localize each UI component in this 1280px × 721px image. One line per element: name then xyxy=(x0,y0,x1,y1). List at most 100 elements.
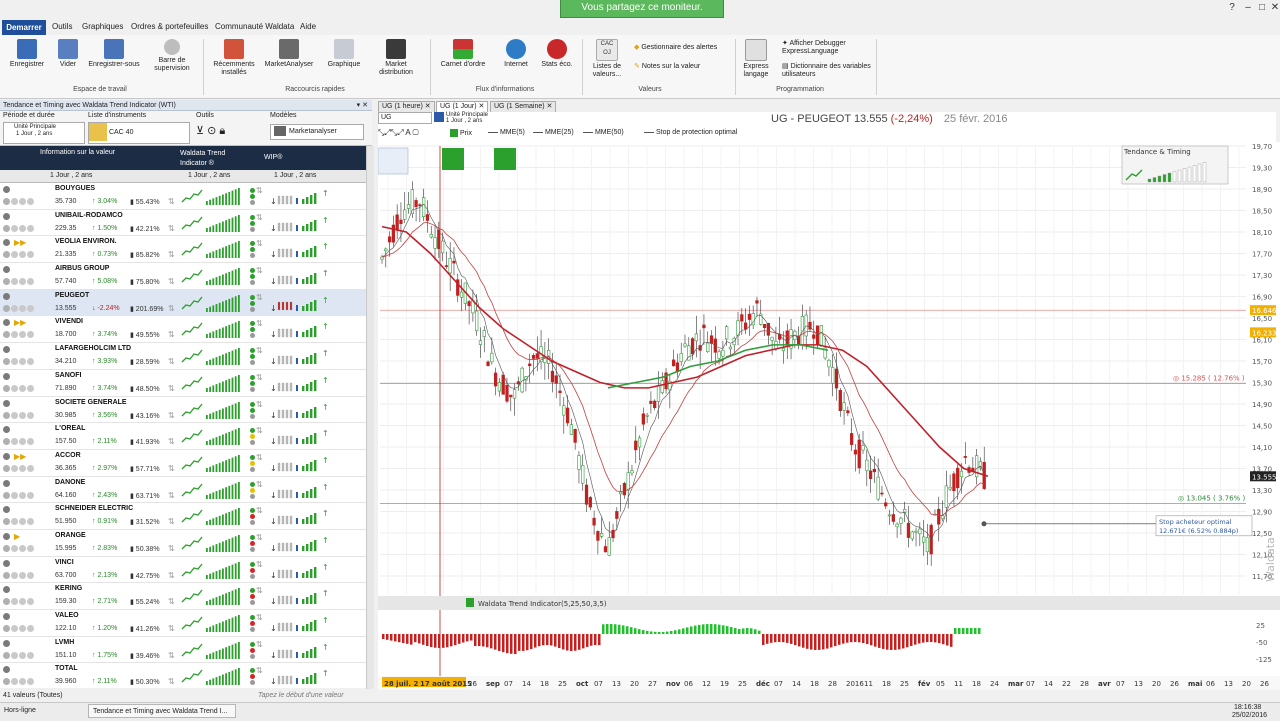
graphique-button[interactable]: Graphique xyxy=(322,39,366,69)
wti-bar xyxy=(610,624,613,634)
wti-trend-mini xyxy=(181,214,240,232)
wip-dot xyxy=(250,200,255,205)
candle xyxy=(921,536,926,543)
wti-bar xyxy=(634,628,637,634)
table-row[interactable]: ▶▶ VIVENDI 18.700 ↑ 3.74% ▮ 49.55% ⇅ ↓ ↑ ⇅ xyxy=(0,316,366,344)
price-chart[interactable]: 19,70 19,30 18,90 18,50 18,10 17,70 17,30 16,90… xyxy=(378,142,1280,690)
svg-text:↑: ↑ xyxy=(322,563,329,572)
connection-status: Hors-ligne xyxy=(4,707,36,714)
x-tick-label: 20 xyxy=(1242,680,1251,688)
liste-select[interactable]: CAC 40 xyxy=(88,122,190,144)
enregistrer-sous-button[interactable]: Enregistrer-sous xyxy=(84,39,144,69)
svg-text:↑: ↑ xyxy=(322,403,329,412)
filter-info[interactable]: 1 Jour , 2 ans xyxy=(50,172,92,179)
table-row[interactable]: BOUYGUES 35.730 ↑ 3.04% ▮ 55.43% ⇅ ↓ ↑ ⇅ xyxy=(0,183,366,210)
col-info-header[interactable]: Information sur la valeur xyxy=(40,149,115,156)
table-row[interactable]: UNIBAIL-RODAMCO 229.35 ↑ 1.50% ▮ 42.21% ⇅ ↓ ↑ ⇅ xyxy=(0,210,366,237)
legend-mme50[interactable]: MME(50) xyxy=(583,129,624,136)
table-row[interactable]: LAFARGEHOLCIM LTD 34.210 ↑ 3.93% ▮ 28.59% ⇅ ↓… xyxy=(0,343,366,370)
ind-tick-label: 25 xyxy=(1256,622,1265,630)
filter-wti[interactable]: 1 Jour , 2 ans xyxy=(188,172,230,179)
modeles-select[interactable]: Marketanalyser xyxy=(270,124,364,140)
table-row[interactable]: SOCIETE GENERALE 30.985 ↑ 3.56% ▮ 43.16% ⇅ ↓ ↑… xyxy=(0,397,366,424)
legend-mme25[interactable]: MME(25) xyxy=(533,129,574,136)
barre-supervision-button[interactable]: Barre de supervision xyxy=(150,39,194,73)
wti-bar xyxy=(518,634,521,651)
taskbar-item[interactable]: Tendance et Timing avec Waldata Trend I.… xyxy=(88,704,236,718)
enregistrer-button[interactable]: Enregistrer xyxy=(6,39,48,69)
filter-wip[interactable]: 1 Jour , 2 ans xyxy=(274,172,316,179)
col-wti-header[interactable]: Waldata Trend Indicator ® xyxy=(180,149,250,169)
listes-valeurs-button[interactable]: CAC OJ Listes de valeurs... xyxy=(588,39,626,79)
table-row[interactable]: VINCI 63.700 ↑ 2.13% ▮ 42.75% ⇅ ↓ ↑ ⇅ xyxy=(0,557,366,584)
legend-mme5[interactable]: MME(5) xyxy=(488,129,525,136)
dictionnaire-variables-button[interactable]: ▤ Dictionnaire des variables utilisateur… xyxy=(782,63,872,79)
menu-aide[interactable]: Aide xyxy=(300,22,316,31)
table-row[interactable]: TOTAL 39.960 ↑ 2.11% ▮ 50.30% ⇅ ↓ ↑ ⇅ xyxy=(0,663,366,688)
table-row[interactable]: LVMH 151.10 ↑ 1.75% ▮ 39.46% ⇅ ↓ ↑ ⇅ xyxy=(0,637,366,664)
table-row[interactable]: ▶ ORANGE 15.995 ↑ 2.83% ▮ 50.38% ⇅ ↓ ↑ ⇅ xyxy=(0,530,366,557)
pin-icon[interactable]: ▾ ✕ xyxy=(357,100,368,111)
carnet-ordre-button[interactable]: Carnet d'ordre xyxy=(436,39,490,69)
table-row[interactable]: VALEO 122.10 ↑ 1.20% ▮ 41.26% ⇅ ↓ ↑ ⇅ xyxy=(0,610,366,637)
x-tick-label: 20 xyxy=(1152,680,1161,688)
timing-dot xyxy=(250,274,255,280)
supervision-icon xyxy=(164,39,180,55)
trend-dot xyxy=(250,588,255,594)
draw-tools[interactable]: ⤡⤢⤡⤢ A ▢ xyxy=(378,128,438,139)
market-distribution-button[interactable]: Market distribution xyxy=(373,39,419,77)
table-row[interactable]: SCHNEIDER ELECTRIC 51.950 ↑ 0.91% ▮ 31.52% ⇅… xyxy=(0,503,366,530)
table-row[interactable]: L'OREAL 157.50 ↑ 2.11% ▮ 41.93% ⇅ ↓ ↑ ⇅ xyxy=(0,423,366,450)
table-row[interactable]: ▶▶ ACCOR 36.365 ↑ 2.97% ▮ 57.71% ⇅ ↓ ↑ ⇅ xyxy=(0,450,366,477)
stats-eco-button[interactable]: Stats éco. xyxy=(538,39,576,69)
status-dot-icon xyxy=(3,266,10,274)
help-icon[interactable]: ? xyxy=(1224,2,1240,14)
svg-text:↓: ↓ xyxy=(270,304,277,313)
menu-outils[interactable]: Outils xyxy=(52,22,72,31)
list-scrollbar[interactable] xyxy=(366,146,374,689)
express-langage-button[interactable]: Express langage xyxy=(740,39,772,79)
close-icon[interactable]: ✕ xyxy=(1267,2,1280,14)
candle xyxy=(634,440,638,451)
periode-select[interactable]: Unité Principale 1 Jour , 2 ans xyxy=(3,122,85,144)
lookup-icon[interactable] xyxy=(434,112,444,122)
notes-valeur-button[interactable]: ✎ Notes sur la valeur xyxy=(634,63,734,71)
internet-button[interactable]: Internet xyxy=(498,39,534,69)
menu-communaute[interactable]: Communauté Waldata xyxy=(215,22,294,31)
candle xyxy=(422,197,426,217)
recemments-installes-button[interactable]: Récemments installés xyxy=(210,39,258,77)
x-tick-label: 28 xyxy=(828,680,837,688)
expand-icon: ⇅ xyxy=(256,239,263,249)
timing-dot xyxy=(250,487,255,493)
y-tick-label: 16,10 xyxy=(1252,337,1272,345)
stock-volatility: ▮ 63.71% xyxy=(130,492,160,500)
table-row[interactable]: DANONE 64.160 ↑ 2.43% ▮ 63.71% ⇅ ↓ ↑ ⇅ xyxy=(0,477,366,504)
table-row[interactable]: AIRBUS GROUP 57.740 ↑ 5.08% ▮ 75.80% ⇅ ↓ ↑ ⇅ xyxy=(0,263,366,290)
trend-dot xyxy=(250,241,255,247)
marketanalyser-button[interactable]: MarketAnalyser xyxy=(261,39,317,69)
wti-bar xyxy=(942,634,945,645)
menu-ordres[interactable]: Ordres & portefeuilles xyxy=(131,22,208,31)
sort-icon: ⇅ xyxy=(168,650,175,660)
menu-demarrer[interactable]: Demarrer xyxy=(2,20,46,35)
legend-stop[interactable]: Stop de protection optimal xyxy=(644,129,737,136)
legend-prix[interactable]: Prix xyxy=(450,129,472,137)
menu-graphiques[interactable]: Graphiques xyxy=(82,22,123,31)
signal-arrow-icon: ▶▶ xyxy=(14,451,27,461)
table-row[interactable]: ▶▶ VEOLIA ENVIRON. 21.335 ↑ 0.73% ▮ 85.82% ⇅ ↓… xyxy=(0,236,366,264)
vider-button[interactable]: Vider xyxy=(54,39,82,69)
gestionnaire-alertes-button[interactable]: ◆ Gestionnaire des alertes xyxy=(634,44,734,52)
symbol-input[interactable]: UG xyxy=(378,112,432,124)
alert-icon xyxy=(3,544,10,552)
svg-text:↓: ↓ xyxy=(270,411,277,420)
col-wip-header[interactable]: WIP® xyxy=(264,154,282,161)
afficher-debugger-button[interactable]: ✦ Afficher Debugger ExpressLanguage xyxy=(782,40,866,56)
table-row[interactable]: KERING 159.30 ↑ 2.71% ▮ 55.24% ⇅ ↓ ↑ ⇅ xyxy=(0,583,366,610)
trend-dot xyxy=(250,534,255,540)
wti-bar xyxy=(818,634,821,650)
candle xyxy=(672,359,676,367)
table-row[interactable]: SANOFI 71.890 ↑ 3.74% ▮ 48.50% ⇅ ↓ ↑ ⇅ xyxy=(0,370,366,397)
filter-icon[interactable]: ⊻ ⊙ 🔒︎ xyxy=(196,124,225,138)
table-row[interactable]: PEUGEOT 13.555 ↓ -2.24% ▮ 201.69% ⇅ ↓ ↑ ⇅ xyxy=(0,289,366,317)
timing-dot xyxy=(250,327,255,333)
